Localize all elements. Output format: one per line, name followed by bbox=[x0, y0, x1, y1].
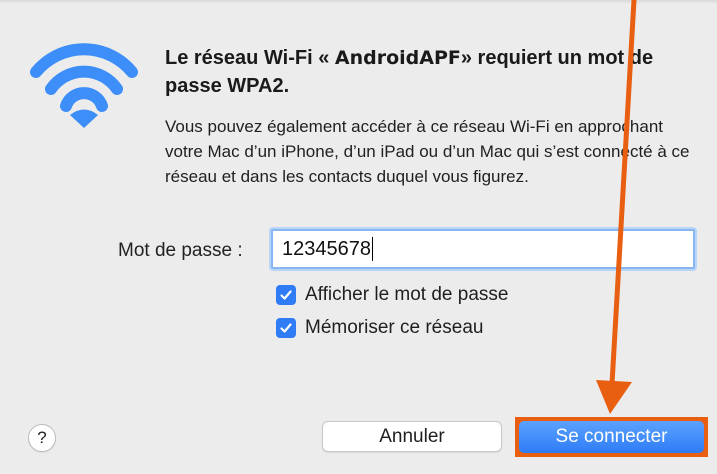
dialog-top-edge bbox=[0, 0, 717, 4]
checkmark-icon bbox=[280, 290, 292, 300]
password-value: 12345678 bbox=[282, 237, 371, 260]
help-button[interactable]: ? bbox=[28, 424, 56, 452]
wifi-icon bbox=[30, 43, 138, 128]
show-password-checkbox[interactable] bbox=[276, 285, 296, 305]
remember-network-checkbox[interactable] bbox=[276, 318, 296, 338]
network-name: AndroidAPF bbox=[334, 47, 461, 69]
remember-network-option[interactable]: Mémoriser ce réseau bbox=[276, 317, 483, 339]
connect-button[interactable]: Se connecter bbox=[519, 421, 704, 453]
checkmark-icon bbox=[280, 323, 292, 333]
password-label: Mot de passe : bbox=[118, 240, 243, 261]
show-password-option[interactable]: Afficher le mot de passe bbox=[276, 284, 508, 306]
title-prefix: Le réseau Wi-Fi « bbox=[165, 47, 335, 69]
text-caret bbox=[371, 237, 373, 261]
dialog-title: Le réseau Wi-Fi « AndroidAPF» requiert u… bbox=[165, 44, 695, 100]
wifi-password-dialog: Le réseau Wi-Fi « AndroidAPF» requiert u… bbox=[0, 0, 717, 474]
cancel-button[interactable]: Annuler bbox=[322, 421, 502, 452]
password-field[interactable]: 12345678 bbox=[271, 229, 695, 269]
dialog-description: Vous pouvez également accéder à ce résea… bbox=[165, 117, 690, 186]
remember-network-label: Mémoriser ce réseau bbox=[305, 317, 484, 338]
show-password-label: Afficher le mot de passe bbox=[305, 284, 509, 305]
